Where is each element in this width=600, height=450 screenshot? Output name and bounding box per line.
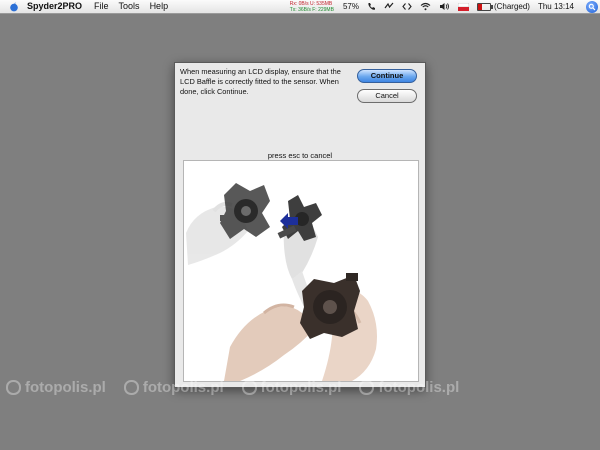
menu-app-name[interactable]: Spyder2PRO	[27, 0, 82, 13]
instruction-text: When measuring an LCD display, ensure th…	[180, 67, 341, 96]
wifi-icon[interactable]	[420, 2, 431, 11]
menu-file[interactable]: File	[94, 0, 109, 13]
cpu-percent[interactable]: 57%	[343, 2, 359, 11]
sync-icon[interactable]	[384, 2, 394, 11]
fitted-sensor-icon	[300, 273, 360, 339]
volume-icon[interactable]	[439, 2, 450, 11]
code-brackets-icon[interactable]	[402, 2, 412, 11]
apple-icon[interactable]	[9, 2, 19, 12]
desktop: Spyder2PRO File Tools Help Rx: 0B/s U: 5…	[0, 0, 600, 450]
menu-tools[interactable]: Tools	[119, 0, 140, 13]
menu-help[interactable]: Help	[150, 0, 169, 13]
battery-icon	[476, 2, 493, 11]
watermark-item: fotopolis.pl	[6, 379, 106, 396]
battery-status: (Charged)	[493, 2, 530, 11]
lcd-baffle-dialog: When measuring an LCD display, ensure th…	[174, 62, 426, 388]
menu-bar: Spyder2PRO File Tools Help Rx: 0B/s U: 5…	[0, 0, 600, 14]
clock[interactable]: Thu 13:14	[538, 2, 574, 11]
network-monitor[interactable]: Rx: 0B/s U: 535MB Tx: 36B/s F: 229MB	[290, 1, 334, 13]
baffle-fitting-illustration	[186, 183, 377, 381]
status-area: Rx: 0B/s U: 535MB Tx: 36B/s F: 229MB 57%	[290, 0, 598, 13]
esc-hint-label: press esc to cancel	[267, 151, 333, 160]
instruction-image-panel	[183, 160, 419, 382]
flag-icon[interactable]	[457, 2, 469, 11]
cancel-button[interactable]: Cancel	[357, 89, 417, 103]
spotlight-search-icon[interactable]	[586, 0, 598, 13]
battery-indicator[interactable]: (Charged)	[476, 2, 530, 11]
phone-icon[interactable]	[367, 2, 376, 11]
continue-button[interactable]: Continue	[357, 69, 417, 83]
